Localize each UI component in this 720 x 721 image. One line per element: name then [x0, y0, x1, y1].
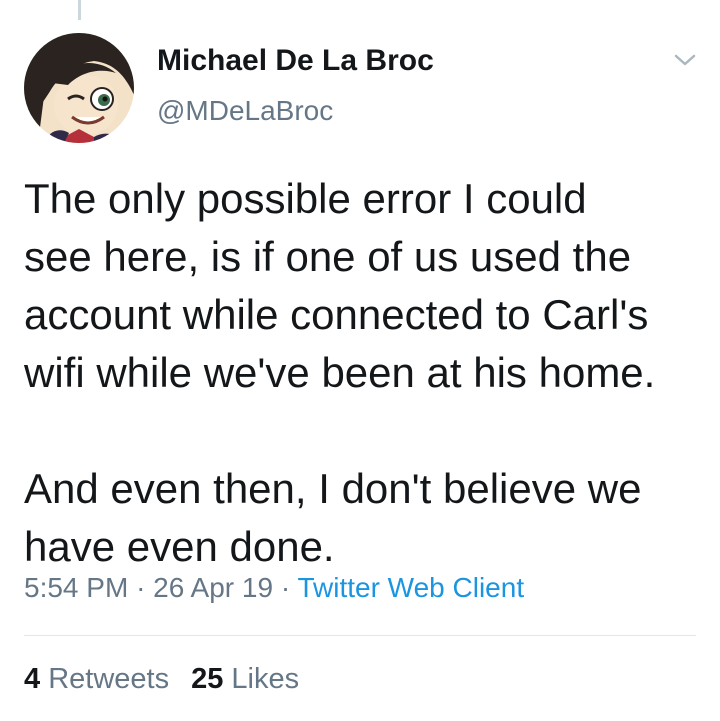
- tweet-line: The only possible error I could: [24, 175, 587, 222]
- retweets-count: 4: [24, 663, 41, 695]
- tweet-line: have even done.: [24, 523, 335, 570]
- tweet-line: And even then, I don't believe we: [24, 465, 642, 512]
- chevron-down-icon[interactable]: [670, 48, 700, 72]
- tweet-text: The only possible error I could see here…: [24, 170, 704, 576]
- likes-label: Likes: [231, 663, 300, 695]
- avatar[interactable]: [24, 33, 134, 143]
- author-handle[interactable]: @MDeLaBroc: [157, 95, 333, 127]
- retweets-stat[interactable]: 4 Retweets: [24, 663, 169, 695]
- tweet-meta: 5:54 PM · 26 Apr 19 · Twitter Web Client: [24, 572, 524, 604]
- tweet-line: see here, is if one of us used the: [24, 233, 632, 280]
- tweet-stats: 4 Retweets 25 Likes: [24, 663, 299, 696]
- author-name[interactable]: Michael De La Broc: [157, 44, 434, 78]
- tweet-time[interactable]: 5:54 PM: [24, 572, 128, 603]
- tweet-line: account while connected to Carl's: [24, 291, 649, 338]
- anime-avatar-icon: [24, 33, 134, 143]
- tweet-line: wifi while we've been at his home.: [24, 349, 656, 396]
- meta-separator: ·: [136, 572, 146, 603]
- retweets-label: Retweets: [48, 663, 170, 695]
- divider: [24, 635, 696, 636]
- thread-connector-line: [78, 0, 81, 20]
- tweet-source-link[interactable]: Twitter Web Client: [297, 572, 524, 603]
- tweet-date[interactable]: 26 Apr 19: [153, 572, 273, 603]
- likes-count: 25: [191, 663, 224, 695]
- meta-separator: ·: [280, 572, 291, 603]
- likes-stat[interactable]: 25 Likes: [191, 663, 299, 695]
